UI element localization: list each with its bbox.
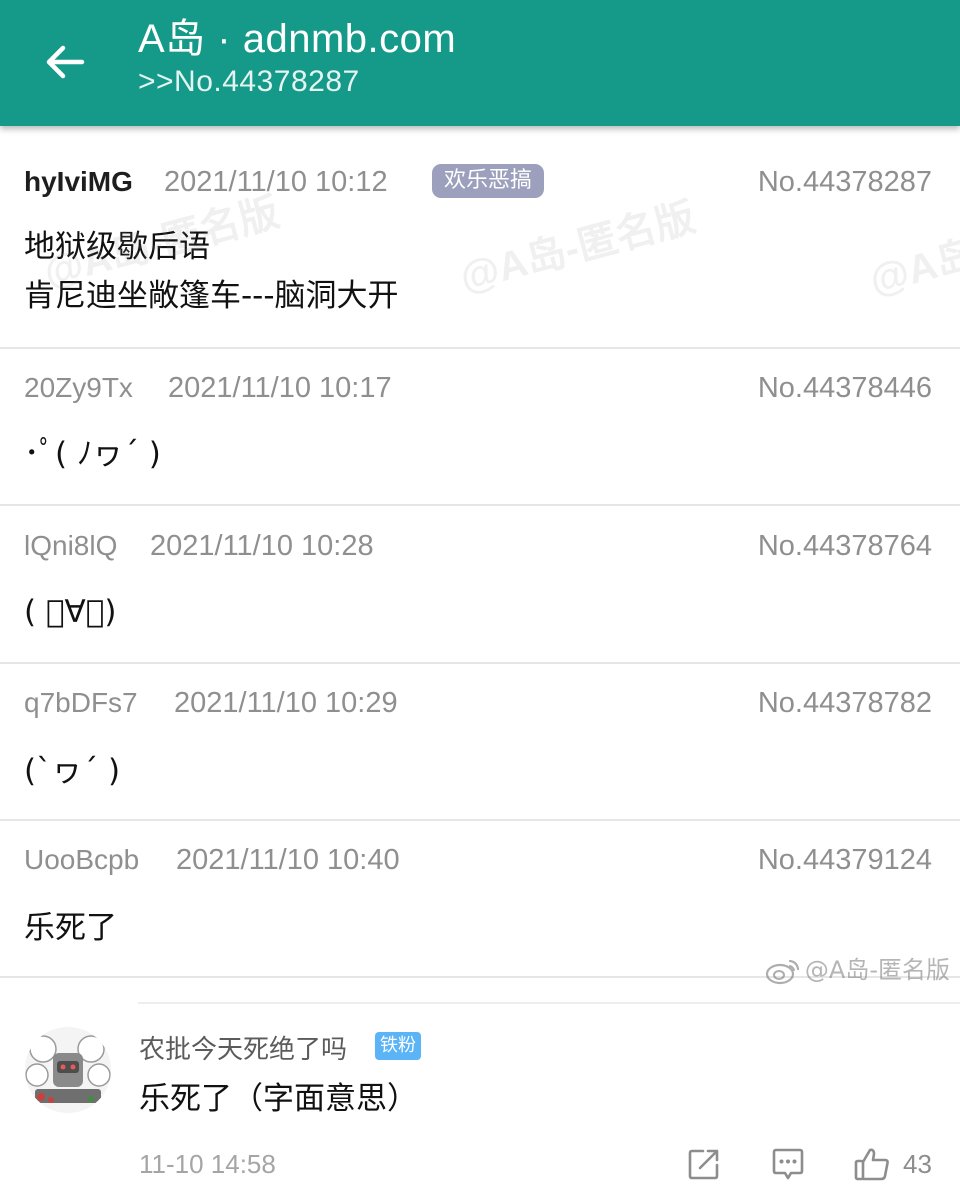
post-time: 2021/11/10 10:12 — [164, 166, 388, 198]
post-number[interactable]: No.44379124 — [758, 840, 932, 880]
post-number[interactable]: No.44378287 — [758, 162, 932, 202]
post-user-id[interactable]: q7bDFs7 — [24, 683, 138, 723]
thread-number: >>No.44378287 — [138, 65, 360, 98]
post-content: ( ﾟ∀。) — [24, 594, 117, 630]
reply-post[interactable]: q7bDFs7 2021/11/10 10:29 No.44378782 (`ヮ… — [0, 663, 960, 819]
thumbs-up-icon[interactable] — [853, 1146, 891, 1182]
post-content: 地狱级歇后语 肯尼迪坐敞篷车---脑洞大开 — [24, 223, 399, 321]
app-bar: A岛 · adnmb.com >>No.44378287 — [0, 0, 960, 126]
post-content: (`ヮ´ ) — [24, 753, 121, 789]
post-number[interactable]: No.44378782 — [758, 683, 932, 723]
post-user-id[interactable]: 20Zy9Tx — [24, 368, 133, 408]
avatar[interactable] — [25, 1027, 111, 1113]
share-icon[interactable] — [686, 1146, 722, 1182]
arrow-left-icon[interactable] — [34, 33, 94, 93]
post-user-id[interactable]: UooBcpb — [24, 840, 139, 880]
post-number[interactable]: No.44378764 — [758, 526, 932, 566]
post-content: 乐死了 — [24, 910, 117, 946]
post-op[interactable]: hyIviMG 2021/11/10 10:12 欢乐恶搞 No.4437828… — [0, 140, 960, 346]
post-time: 2021/11/10 10:17 — [168, 372, 392, 404]
reply-post[interactable]: 20Zy9Tx 2021/11/10 10:17 No.44378446 ･ﾟ(… — [0, 348, 960, 504]
post-line: 地狱级歇后语 — [24, 229, 210, 265]
weibo-logo-icon — [765, 959, 800, 985]
like-count: 43 — [903, 1149, 932, 1179]
comment-divider — [138, 1002, 960, 1004]
post-time: 2021/11/10 10:28 — [150, 530, 374, 562]
page-title: A岛 · adnmb.com — [138, 17, 457, 61]
comment-text: 乐死了（字面意思） — [139, 1081, 418, 1117]
post-time: 2021/11/10 10:40 — [176, 844, 400, 876]
post-content: ･ﾟ( ﾉヮ´ ) — [24, 436, 161, 472]
post-number[interactable]: No.44378446 — [758, 368, 932, 408]
weibo-watermark-text: @A岛-匿名版 — [804, 956, 950, 984]
post-time: 2021/11/10 10:29 — [174, 687, 398, 719]
post-line: 肯尼迪坐敞篷车---脑洞大开 — [24, 278, 399, 314]
weibo-watermark: @A岛-匿名版 — [765, 950, 950, 990]
fan-badge: 铁粉 — [375, 1032, 421, 1060]
post-user-id[interactable]: hyIviMG — [24, 162, 133, 202]
post-user-id[interactable]: lQni8lQ — [24, 526, 117, 566]
comment-username[interactable]: 农批今天死绝了吗 — [139, 1031, 347, 1069]
comment-time: 11-10 14:58 — [139, 1149, 276, 1179]
board-tag[interactable]: 欢乐恶搞 — [432, 164, 545, 198]
reply-post[interactable]: lQni8lQ 2021/11/10 10:28 No.44378764 ( ﾟ… — [0, 506, 960, 662]
comment-icon[interactable] — [770, 1146, 806, 1182]
